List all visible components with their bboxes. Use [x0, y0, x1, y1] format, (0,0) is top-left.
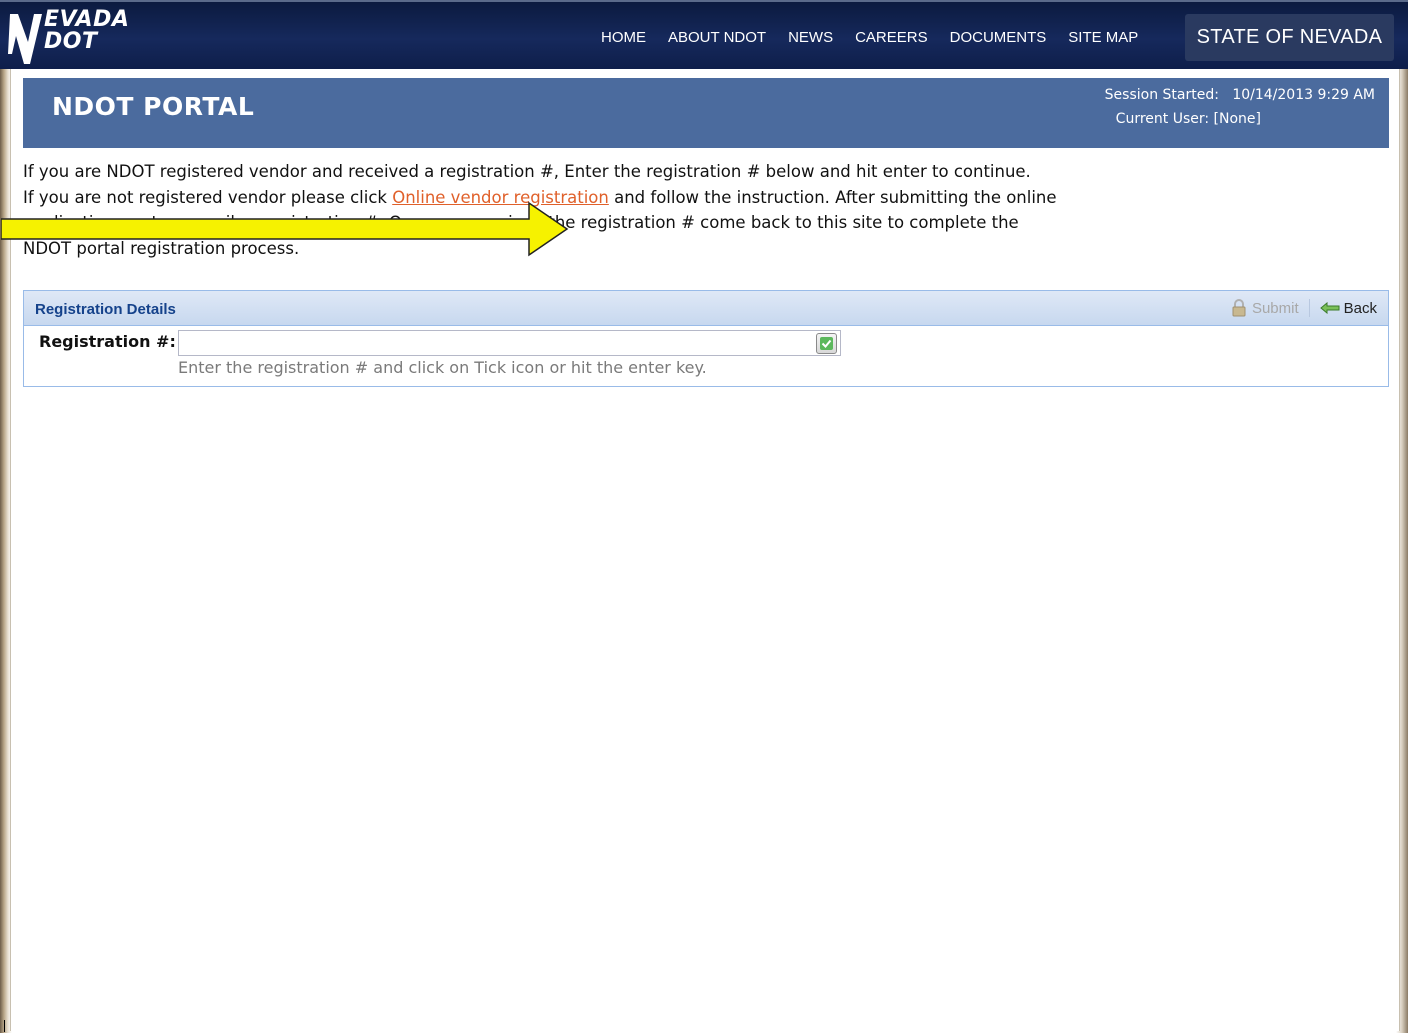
logo-text: EVADA DOT: [44, 9, 129, 53]
back-label: Back: [1343, 299, 1377, 317]
top-navigation-bar: EVADA DOT HOME ABOUT NDOT NEWS CAREERS D…: [0, 0, 1408, 69]
submit-button[interactable]: Submit: [1230, 299, 1299, 317]
session-started-label: Session Started:: [1104, 87, 1219, 103]
instructions-para-1: If you are NDOT registered vendor and re…: [23, 162, 1031, 181]
main-nav: HOME ABOUT NDOT NEWS CAREERS DOCUMENTS S…: [590, 28, 1149, 48]
text-cursor: [4, 1020, 5, 1032]
nevada-n-logo-icon: [8, 14, 42, 64]
panel-header: Registration Details Submit Back: [24, 291, 1388, 326]
nevada-dot-logo[interactable]: EVADA DOT: [6, 6, 156, 68]
page-title: NDOT PORTAL: [52, 92, 255, 121]
registration-number-label: Registration #:: [39, 332, 176, 351]
checkmark-icon: [820, 337, 833, 350]
nav-news[interactable]: NEWS: [777, 28, 844, 48]
panel-toolbar: Submit Back: [1230, 299, 1377, 317]
nav-about-ndot[interactable]: ABOUT NDOT: [657, 28, 777, 48]
current-user-row: Current User: [None]: [1105, 107, 1375, 131]
logo-line1: EVADA: [44, 7, 130, 32]
current-user-label: Current User:: [1115, 111, 1210, 127]
registration-hint: Enter the registration # and click on Ti…: [178, 358, 707, 377]
panel-body: Registration #: Enter the registration #…: [24, 326, 1388, 386]
tick-button[interactable]: [816, 333, 837, 354]
session-started-value: 10/14/2013 9:29 AM: [1232, 87, 1375, 103]
lock-icon: [1232, 299, 1246, 317]
logo-line2: DOT: [44, 29, 98, 54]
portal-header: NDOT PORTAL Session Started: 10/14/2013 …: [23, 78, 1389, 148]
nav-documents[interactable]: DOCUMENTS: [939, 28, 1058, 48]
yellow-arrow-icon: [1, 201, 569, 257]
main-content: NDOT PORTAL Session Started: 10/14/2013 …: [1, 69, 1400, 1031]
registration-number-input[interactable]: [178, 330, 841, 356]
nav-careers[interactable]: CAREERS: [844, 28, 939, 48]
registration-details-panel: Registration Details Submit Back Registr…: [23, 290, 1389, 387]
toolbar-divider: [1308, 299, 1310, 317]
state-of-nevada-link[interactable]: STATE OF NEVADA: [1185, 14, 1394, 61]
nav-site-map[interactable]: SITE MAP: [1057, 28, 1149, 48]
nav-home[interactable]: HOME: [590, 28, 657, 48]
current-user-value: [None]: [1213, 111, 1261, 127]
back-arrow-icon: [1319, 302, 1340, 314]
submit-label: Submit: [1251, 299, 1299, 317]
panel-title: Registration Details: [35, 301, 176, 318]
back-button[interactable]: Back: [1319, 299, 1377, 317]
session-info: Session Started: 10/14/2013 9:29 AM Curr…: [1105, 83, 1375, 131]
session-started-row: Session Started: 10/14/2013 9:29 AM: [1105, 83, 1375, 107]
